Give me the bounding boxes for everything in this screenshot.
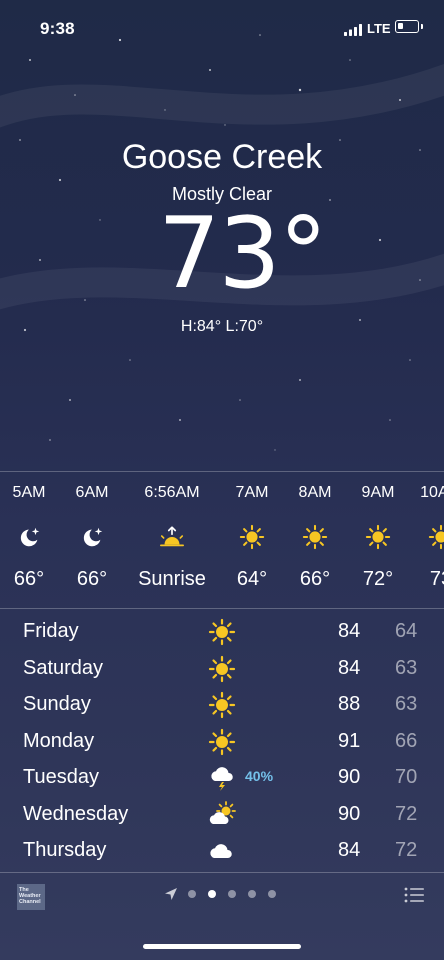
- hourly-forecast[interactable]: 5AM 66° 6AM 66° 6:56AM Sunrise 7AM 64° 8AM 66° 9AM…: [0, 472, 444, 608]
- sun-icon: [208, 618, 236, 646]
- hourly-item: 10AM 73: [406, 472, 444, 608]
- high-temperature: 91: [338, 729, 361, 752]
- hourly-time: 7AM: [235, 484, 269, 501]
- signal-bars-icon: [344, 24, 362, 36]
- high-low-temperature: H:84° L:70°: [180, 318, 264, 335]
- high-temperature: 84: [338, 656, 361, 679]
- hourly-item: 6:56AM Sunrise: [137, 472, 207, 608]
- battery-cap: [421, 24, 423, 29]
- page-dot[interactable]: [208, 890, 216, 898]
- daily-row: Saturday 84 63: [0, 651, 444, 687]
- hourly-time: 6AM: [75, 484, 109, 501]
- city-name: Goose Creek: [121, 138, 323, 176]
- page-dot[interactable]: [268, 890, 276, 898]
- status-time: 9:38: [40, 19, 75, 38]
- day-name: Wednesday: [23, 802, 129, 825]
- hourly-time: 8AM: [298, 484, 332, 501]
- daily-row: Monday 91 66: [0, 724, 444, 760]
- current-temperature: 73°: [158, 205, 328, 303]
- day-name: Tuesday: [23, 766, 99, 788]
- daily-row: Friday 84 64: [0, 614, 444, 650]
- daily-row: Tuesday 40% 90 70: [0, 760, 444, 796]
- low-temperature: 64: [395, 620, 418, 642]
- sun-icon: [208, 655, 236, 683]
- partly-cloudy-icon: [208, 800, 236, 829]
- high-temperature: 90: [338, 766, 361, 788]
- page-dot[interactable]: [228, 890, 236, 898]
- day-name: Monday: [23, 729, 95, 752]
- hourly-temperature: 66°: [299, 568, 331, 590]
- city-list-icon[interactable]: [404, 887, 424, 903]
- day-name: Sunday: [23, 693, 91, 715]
- hourly-temperature: 66°: [13, 568, 45, 590]
- low-temperature: 72: [395, 839, 418, 861]
- high-temperature: 90: [338, 802, 361, 825]
- hourly-item: 9AM 72°: [343, 472, 413, 608]
- hourly-item: 8AM 66°: [280, 472, 350, 608]
- weather-channel-logo[interactable]: The Weather Channel: [17, 884, 45, 910]
- hourly-temperature: 73: [429, 568, 444, 590]
- hourly-time: 5AM: [12, 484, 46, 501]
- hourly-temperature: 66°: [76, 568, 108, 590]
- page-dot[interactable]: [248, 890, 256, 898]
- location-arrow-icon[interactable]: [163, 886, 179, 902]
- hourly-temperature: Sunrise: [138, 568, 206, 590]
- cloud-icon: [208, 837, 236, 865]
- status-bar: 9:38 LTE: [0, 0, 444, 56]
- page-dot[interactable]: [188, 890, 196, 898]
- battery-icon: [395, 20, 419, 33]
- sun-icon: [239, 524, 265, 550]
- hourly-temperature: 72°: [362, 568, 394, 590]
- hourly-item: 5AM 66°: [0, 472, 64, 608]
- toolbar-divider: [0, 872, 444, 873]
- hourly-time: 10AM: [420, 484, 444, 501]
- low-temperature: 63: [395, 693, 418, 715]
- day-name: Friday: [23, 620, 79, 642]
- high-temperature: 84: [338, 620, 361, 642]
- hourly-time: 9AM: [361, 484, 395, 501]
- daily-row: Sunday 88 63: [0, 687, 444, 723]
- precipitation-chance: 40%: [245, 768, 274, 784]
- moon-star-icon: [16, 524, 42, 550]
- temperature-value: 73: [158, 197, 281, 311]
- sun-icon: [302, 524, 328, 550]
- low-temperature: 72: [395, 802, 418, 825]
- network-type: LTE: [367, 21, 391, 36]
- high-temperature: 84: [338, 839, 361, 861]
- sunrise-icon: [159, 524, 185, 550]
- daily-row: Thursday 84 72: [0, 833, 444, 869]
- sun-icon: [365, 524, 391, 550]
- home-indicator[interactable]: [143, 944, 301, 949]
- thunderstorm-icon: [208, 764, 236, 792]
- degree-symbol: °: [278, 197, 328, 311]
- hourly-temperature: 64°: [236, 568, 268, 590]
- daily-row: Wednesday 90 72: [0, 797, 444, 833]
- high-temperature: 88: [338, 693, 361, 715]
- battery-level: [398, 23, 403, 29]
- moon-star-icon: [79, 524, 105, 550]
- sun-icon: [208, 728, 236, 756]
- hourly-bottom-divider: [0, 608, 444, 609]
- sun-icon: [208, 691, 236, 719]
- hourly-item: 7AM 64°: [217, 472, 287, 608]
- sun-icon: [428, 524, 444, 550]
- low-temperature: 66: [395, 729, 418, 752]
- low-temperature: 70: [395, 766, 418, 788]
- day-name: Thursday: [23, 839, 107, 861]
- day-name: Saturday: [23, 656, 104, 679]
- low-temperature: 63: [395, 656, 418, 679]
- hourly-time: 6:56AM: [144, 484, 200, 501]
- hourly-item: 6AM 66°: [57, 472, 127, 608]
